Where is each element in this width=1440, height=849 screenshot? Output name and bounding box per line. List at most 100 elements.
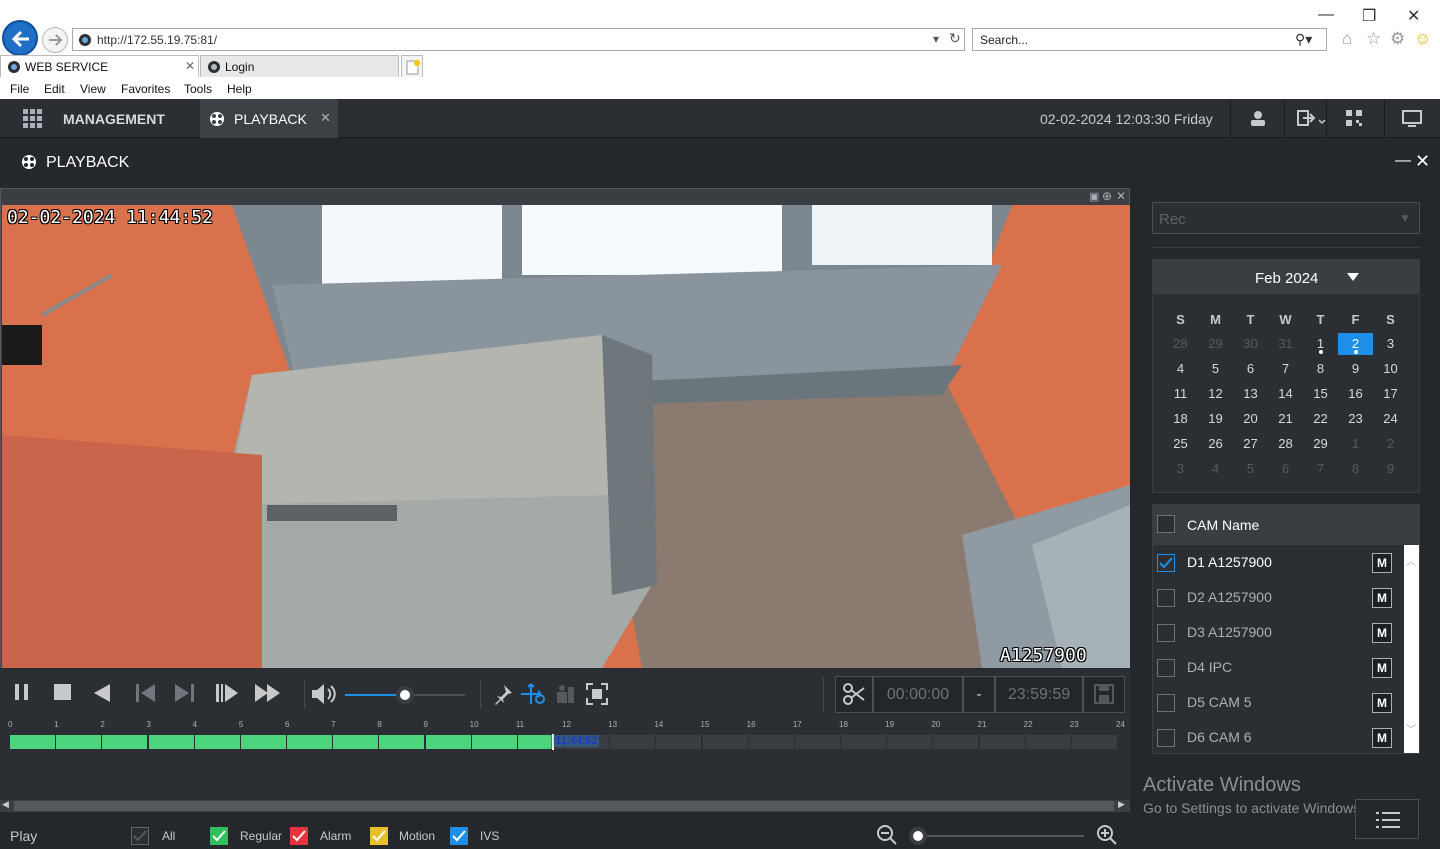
favorites-star-icon[interactable]: ☆ bbox=[1366, 29, 1381, 49]
calendar-day[interactable]: 26 bbox=[1198, 433, 1233, 455]
filter-motion-checkbox[interactable] bbox=[370, 827, 388, 845]
zoom-out-icon[interactable] bbox=[876, 824, 898, 846]
camera-row[interactable]: D3 A1257900 M bbox=[1153, 615, 1403, 650]
timeline-hour-segment[interactable] bbox=[333, 735, 380, 749]
timeline-hour-segment[interactable] bbox=[748, 735, 795, 749]
calendar-day[interactable]: 2 bbox=[1373, 433, 1408, 455]
calendar-day[interactable]: 23 bbox=[1338, 408, 1373, 430]
search-icon[interactable]: ⚲▾ bbox=[1295, 31, 1312, 48]
timeline-hour-segment[interactable] bbox=[1071, 735, 1118, 749]
calendar-day[interactable]: 28 bbox=[1268, 433, 1303, 455]
search-box[interactable]: Search... ⚲▾ bbox=[972, 28, 1327, 51]
calendar-day[interactable]: 7 bbox=[1303, 458, 1338, 480]
calendar-day[interactable]: 4 bbox=[1198, 458, 1233, 480]
pin-icon[interactable] bbox=[492, 683, 514, 705]
camera-row[interactable]: D2 A1257900 M bbox=[1153, 580, 1403, 615]
zoom-in-icon[interactable] bbox=[1096, 824, 1118, 846]
menu-tools[interactable]: Tools bbox=[184, 82, 212, 96]
calendar-day[interactable]: 5 bbox=[1198, 358, 1233, 380]
camera-feed[interactable]: 02-02-2024 11:44:52 A1257900 bbox=[2, 205, 1130, 668]
timeline-hour-segment[interactable] bbox=[887, 735, 934, 749]
timeline-hour-segment[interactable] bbox=[10, 735, 57, 749]
timeline-hour-segment[interactable] bbox=[841, 735, 888, 749]
chevron-down-icon[interactable]: ﹀ bbox=[1406, 721, 1416, 736]
menu-favorites[interactable]: Favorites bbox=[121, 82, 170, 96]
calendar-day[interactable]: 16 bbox=[1338, 383, 1373, 405]
search-input[interactable]: Search... bbox=[980, 33, 1028, 47]
close-icon[interactable]: ✕ bbox=[1116, 189, 1126, 203]
calendar-day[interactable]: 13 bbox=[1233, 383, 1268, 405]
camera-checkbox[interactable] bbox=[1157, 694, 1175, 712]
camera-row[interactable]: D5 CAM 5 M bbox=[1153, 685, 1403, 720]
minimize-icon[interactable]: — bbox=[1318, 6, 1334, 24]
nav-management[interactable]: MANAGEMENT bbox=[0, 99, 200, 138]
gear-icon[interactable]: ⚙ bbox=[1390, 29, 1405, 49]
calendar-day[interactable]: 6 bbox=[1233, 358, 1268, 380]
calendar-header[interactable]: Feb 2024 bbox=[1153, 260, 1419, 294]
user-button[interactable] bbox=[1230, 99, 1284, 138]
timeline[interactable]: 0 1 2 3 4 5 6 7 8 9 10 11 12 13 14 15 16 17 18 19 20 21 22 23 24… bbox=[0, 720, 1130, 800]
ivs-overlay-icon[interactable] bbox=[554, 683, 576, 705]
next-frame-icon[interactable] bbox=[173, 683, 195, 703]
camera-row[interactable]: D6 CAM 6 M bbox=[1153, 720, 1403, 755]
restore-icon[interactable]: ❐ bbox=[1362, 6, 1376, 26]
tab-web-service[interactable]: WEB SERVICE ✕ bbox=[0, 55, 199, 77]
calendar-day[interactable]: 27 bbox=[1233, 433, 1268, 455]
calendar-day[interactable]: 9 bbox=[1338, 358, 1373, 380]
menu-help[interactable]: Help bbox=[227, 82, 252, 96]
dropdown-icon[interactable]: ▾ bbox=[933, 32, 939, 46]
forward-button[interactable] bbox=[42, 27, 68, 53]
stream-mode-button[interactable]: M bbox=[1372, 553, 1392, 573]
camera-checkbox[interactable] bbox=[1157, 624, 1175, 642]
scroll-left-icon[interactable]: ◀ bbox=[2, 799, 9, 810]
video-window[interactable]: ▣ ⊕ ✕ 02-02-2024 11:44:52 A1257900 bbox=[0, 188, 1130, 668]
stream-mode-button[interactable]: M bbox=[1372, 623, 1392, 643]
record-source-select[interactable]: Rec ▼ bbox=[1152, 202, 1420, 234]
camera-list-scrollbar[interactable]: ︿ ﹀ bbox=[1404, 545, 1419, 753]
calendar-day[interactable]: 22 bbox=[1303, 408, 1338, 430]
address-bar[interactable]: http://172.55.19.75:81/ ▾ ↻ bbox=[72, 28, 965, 51]
timeline-hour-segment[interactable] bbox=[148, 735, 195, 749]
timeline-hour-segment[interactable] bbox=[56, 735, 103, 749]
camera-row[interactable]: D4 IPC M bbox=[1153, 650, 1403, 685]
camera-checkbox[interactable] bbox=[1157, 554, 1175, 572]
calendar-day[interactable]: 7 bbox=[1268, 358, 1303, 380]
calendar-day[interactable]: 31 bbox=[1268, 333, 1303, 355]
camera-row[interactable]: D1 A1257900 M bbox=[1153, 545, 1403, 580]
playback-list-button[interactable] bbox=[1355, 799, 1419, 839]
play-backward-icon[interactable] bbox=[92, 683, 112, 703]
timeline-hour-segment[interactable] bbox=[102, 735, 149, 749]
calendar-day[interactable]: 20 bbox=[1233, 408, 1268, 430]
back-button[interactable] bbox=[2, 20, 38, 56]
slow-play-icon[interactable] bbox=[215, 683, 239, 703]
nav-playback-tab[interactable]: PLAYBACK ✕ bbox=[200, 99, 338, 138]
save-clip-button[interactable] bbox=[1083, 676, 1125, 713]
menu-file[interactable]: File bbox=[10, 82, 29, 96]
timeline-hour-segment[interactable] bbox=[240, 735, 287, 749]
scroll-thumb[interactable] bbox=[14, 801, 1114, 811]
calendar-day[interactable]: 1 bbox=[1338, 433, 1373, 455]
close-icon[interactable]: ✕ bbox=[1415, 151, 1430, 172]
stream-mode-button[interactable]: M bbox=[1372, 588, 1392, 608]
volume-icon[interactable] bbox=[311, 683, 337, 705]
calendar-day[interactable]: 14 bbox=[1268, 383, 1303, 405]
tab-close-icon[interactable]: ✕ bbox=[185, 59, 195, 73]
timeline-hour-segment[interactable] bbox=[1025, 735, 1072, 749]
clip-button[interactable] bbox=[835, 676, 873, 713]
calendar-day[interactable]: 29 bbox=[1198, 333, 1233, 355]
calendar-day[interactable]: 24 bbox=[1373, 408, 1408, 430]
filter-alarm-checkbox[interactable] bbox=[290, 827, 308, 845]
timeline-hour-segment[interactable] bbox=[194, 735, 241, 749]
digital-zoom-icon[interactable] bbox=[520, 683, 546, 705]
calendar-day[interactable]: 1 bbox=[1303, 333, 1338, 355]
calendar-day[interactable]: 3 bbox=[1163, 458, 1198, 480]
scroll-right-icon[interactable]: ▶ bbox=[1118, 799, 1125, 810]
menu-view[interactable]: View bbox=[80, 82, 106, 96]
chevron-down-icon[interactable] bbox=[1347, 273, 1359, 281]
stop-icon[interactable] bbox=[53, 683, 73, 701]
calendar-day[interactable]: 8 bbox=[1303, 358, 1338, 380]
calendar-day[interactable]: 18 bbox=[1163, 408, 1198, 430]
calendar-day[interactable]: 11 bbox=[1163, 383, 1198, 405]
clip-end-time[interactable]: 23:59:59 bbox=[995, 676, 1083, 713]
volume-knob[interactable] bbox=[396, 686, 414, 704]
